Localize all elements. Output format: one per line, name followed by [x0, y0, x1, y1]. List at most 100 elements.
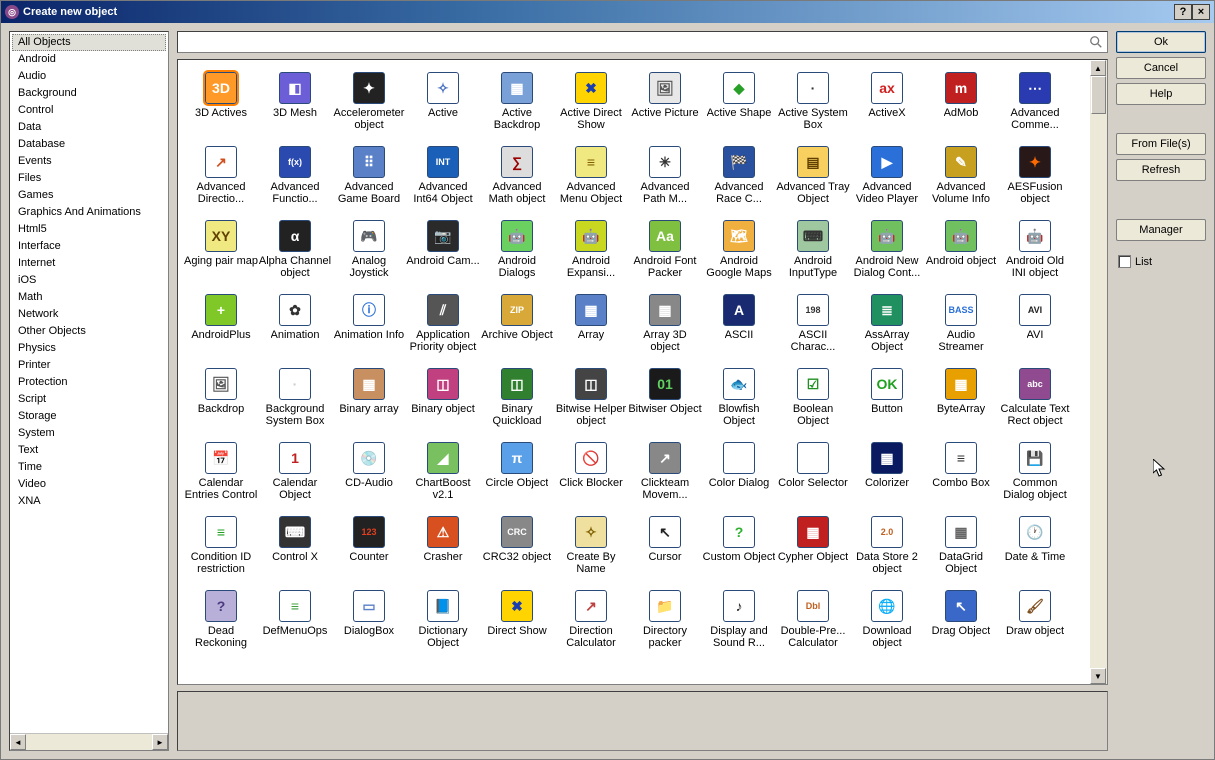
category-item[interactable]: Other Objects: [12, 323, 166, 340]
object-item[interactable]: ✳Advanced Path M...: [628, 144, 702, 218]
scroll-up-icon[interactable]: ▲: [1090, 60, 1106, 76]
object-item[interactable]: 🕐Date & Time: [998, 514, 1072, 588]
object-item[interactable]: 01Bitwiser Object: [628, 366, 702, 440]
category-list[interactable]: All ObjectsAndroidAudioBackgroundControl…: [10, 32, 168, 733]
object-item[interactable]: +AndroidPlus: [184, 292, 258, 366]
category-item[interactable]: iOS: [12, 272, 166, 289]
object-grid[interactable]: 3D3D Actives◧3D Mesh✦Accelerometer objec…: [178, 60, 1090, 684]
category-item[interactable]: XNA: [12, 493, 166, 510]
object-item[interactable]: INTAdvanced Int64 Object: [406, 144, 480, 218]
sidebar-hscrollbar[interactable]: ◄ ►: [10, 733, 168, 750]
object-item[interactable]: ✦Accelerometer object: [332, 70, 406, 144]
object-item[interactable]: ☑Boolean Object: [776, 366, 850, 440]
object-item[interactable]: ✦AESFusion object: [998, 144, 1072, 218]
object-item[interactable]: ↗Advanced Directio...: [184, 144, 258, 218]
scroll-right-icon[interactable]: ►: [152, 734, 168, 750]
object-item[interactable]: mAdMob: [924, 70, 998, 144]
category-item[interactable]: System: [12, 425, 166, 442]
category-item[interactable]: Audio: [12, 68, 166, 85]
object-item[interactable]: αAlpha Channel object: [258, 218, 332, 292]
from-files-button[interactable]: From File(s): [1116, 133, 1206, 155]
object-item[interactable]: 🤖Android Old INI object: [998, 218, 1072, 292]
object-item[interactable]: ⋯Advanced Comme...: [998, 70, 1072, 144]
object-item[interactable]: 2.0Data Store 2 object: [850, 514, 924, 588]
object-item[interactable]: ▦Binary array: [332, 366, 406, 440]
object-item[interactable]: 198ASCII Charac...: [776, 292, 850, 366]
search-input[interactable]: [182, 36, 1089, 48]
category-item[interactable]: Html5: [12, 221, 166, 238]
object-item[interactable]: ▦DataGrid Object: [924, 514, 998, 588]
object-item[interactable]: f(x)Advanced Functio...: [258, 144, 332, 218]
object-item[interactable]: ▭DialogBox: [332, 588, 406, 662]
scroll-down-icon[interactable]: ▼: [1090, 668, 1106, 684]
object-item[interactable]: ▦Color Selector: [776, 440, 850, 514]
category-item[interactable]: Graphics And Animations: [12, 204, 166, 221]
search-icon[interactable]: [1089, 35, 1103, 49]
object-item[interactable]: ♪Display and Sound R...: [702, 588, 776, 662]
object-item[interactable]: ▤Advanced Tray Object: [776, 144, 850, 218]
object-item[interactable]: ≡Advanced Menu Object: [554, 144, 628, 218]
object-item[interactable]: 123Counter: [332, 514, 406, 588]
refresh-button[interactable]: Refresh: [1116, 159, 1206, 181]
object-item[interactable]: ⌨Android InputType: [776, 218, 850, 292]
ok-button[interactable]: Ok: [1116, 31, 1206, 53]
scrollbar-thumb[interactable]: [1091, 76, 1106, 114]
object-item[interactable]: ≡Combo Box: [924, 440, 998, 514]
object-item[interactable]: ·Active System Box: [776, 70, 850, 144]
object-item[interactable]: ↖Cursor: [628, 514, 702, 588]
object-item[interactable]: 🌐Download object: [850, 588, 924, 662]
object-item[interactable]: ◆Active Shape: [702, 70, 776, 144]
object-item[interactable]: AVIAVI: [998, 292, 1072, 366]
object-item[interactable]: ✎Advanced Volume Info: [924, 144, 998, 218]
object-item[interactable]: ▦Array: [554, 292, 628, 366]
object-item[interactable]: 🏁Advanced Race C...: [702, 144, 776, 218]
category-item[interactable]: Data: [12, 119, 166, 136]
object-item[interactable]: ◫Bitwise Helper object: [554, 366, 628, 440]
category-item[interactable]: Interface: [12, 238, 166, 255]
object-item[interactable]: ⓘAnimation Info: [332, 292, 406, 366]
category-item[interactable]: Games: [12, 187, 166, 204]
category-item[interactable]: All Objects: [12, 34, 166, 51]
category-item[interactable]: Network: [12, 306, 166, 323]
category-item[interactable]: Protection: [12, 374, 166, 391]
category-item[interactable]: Background: [12, 85, 166, 102]
object-item[interactable]: ✿Animation: [258, 292, 332, 366]
object-item[interactable]: ↖Drag Object: [924, 588, 998, 662]
object-item[interactable]: OKButton: [850, 366, 924, 440]
object-item[interactable]: ✧Active: [406, 70, 480, 144]
object-item[interactable]: axActiveX: [850, 70, 924, 144]
help-button[interactable]: Help: [1116, 83, 1206, 105]
object-item[interactable]: 🤖Android object: [924, 218, 998, 292]
object-item[interactable]: 🤖Android Expansi...: [554, 218, 628, 292]
object-item[interactable]: AASCII: [702, 292, 776, 366]
object-item[interactable]: abcCalculate Text Rect object: [998, 366, 1072, 440]
object-item[interactable]: ✧Create By Name: [554, 514, 628, 588]
object-item[interactable]: ≡DefMenuOps: [258, 588, 332, 662]
object-item[interactable]: ⫽Application Priority object: [406, 292, 480, 366]
object-item[interactable]: πCircle Object: [480, 440, 554, 514]
object-item[interactable]: 🎮Analog Joystick: [332, 218, 406, 292]
object-item[interactable]: 1Calendar Object: [258, 440, 332, 514]
object-item[interactable]: ▦Array 3D object: [628, 292, 702, 366]
grid-vscrollbar[interactable]: ▲ ▼: [1090, 60, 1107, 684]
object-item[interactable]: ⚠Crasher: [406, 514, 480, 588]
object-item[interactable]: ▦Color Dialog: [702, 440, 776, 514]
close-titlebar-button[interactable]: ×: [1192, 4, 1210, 20]
object-item[interactable]: ↗Direction Calculator: [554, 588, 628, 662]
category-item[interactable]: Database: [12, 136, 166, 153]
object-item[interactable]: ∑Advanced Math object: [480, 144, 554, 218]
object-item[interactable]: ▶Advanced Video Player: [850, 144, 924, 218]
category-item[interactable]: Time: [12, 459, 166, 476]
object-item[interactable]: BASSAudio Streamer: [924, 292, 998, 366]
object-item[interactable]: ↗Clickteam Movem...: [628, 440, 702, 514]
category-item[interactable]: Storage: [12, 408, 166, 425]
object-item[interactable]: 3D3D Actives: [184, 70, 258, 144]
object-item[interactable]: ·Background System Box: [258, 366, 332, 440]
category-item[interactable]: Text: [12, 442, 166, 459]
category-item[interactable]: Video: [12, 476, 166, 493]
object-item[interactable]: DblDouble-Pre... Calculator: [776, 588, 850, 662]
object-item[interactable]: 🖼Backdrop: [184, 366, 258, 440]
object-item[interactable]: AaAndroid Font Packer: [628, 218, 702, 292]
object-item[interactable]: ▦Colorizer: [850, 440, 924, 514]
cancel-button[interactable]: Cancel: [1116, 57, 1206, 79]
